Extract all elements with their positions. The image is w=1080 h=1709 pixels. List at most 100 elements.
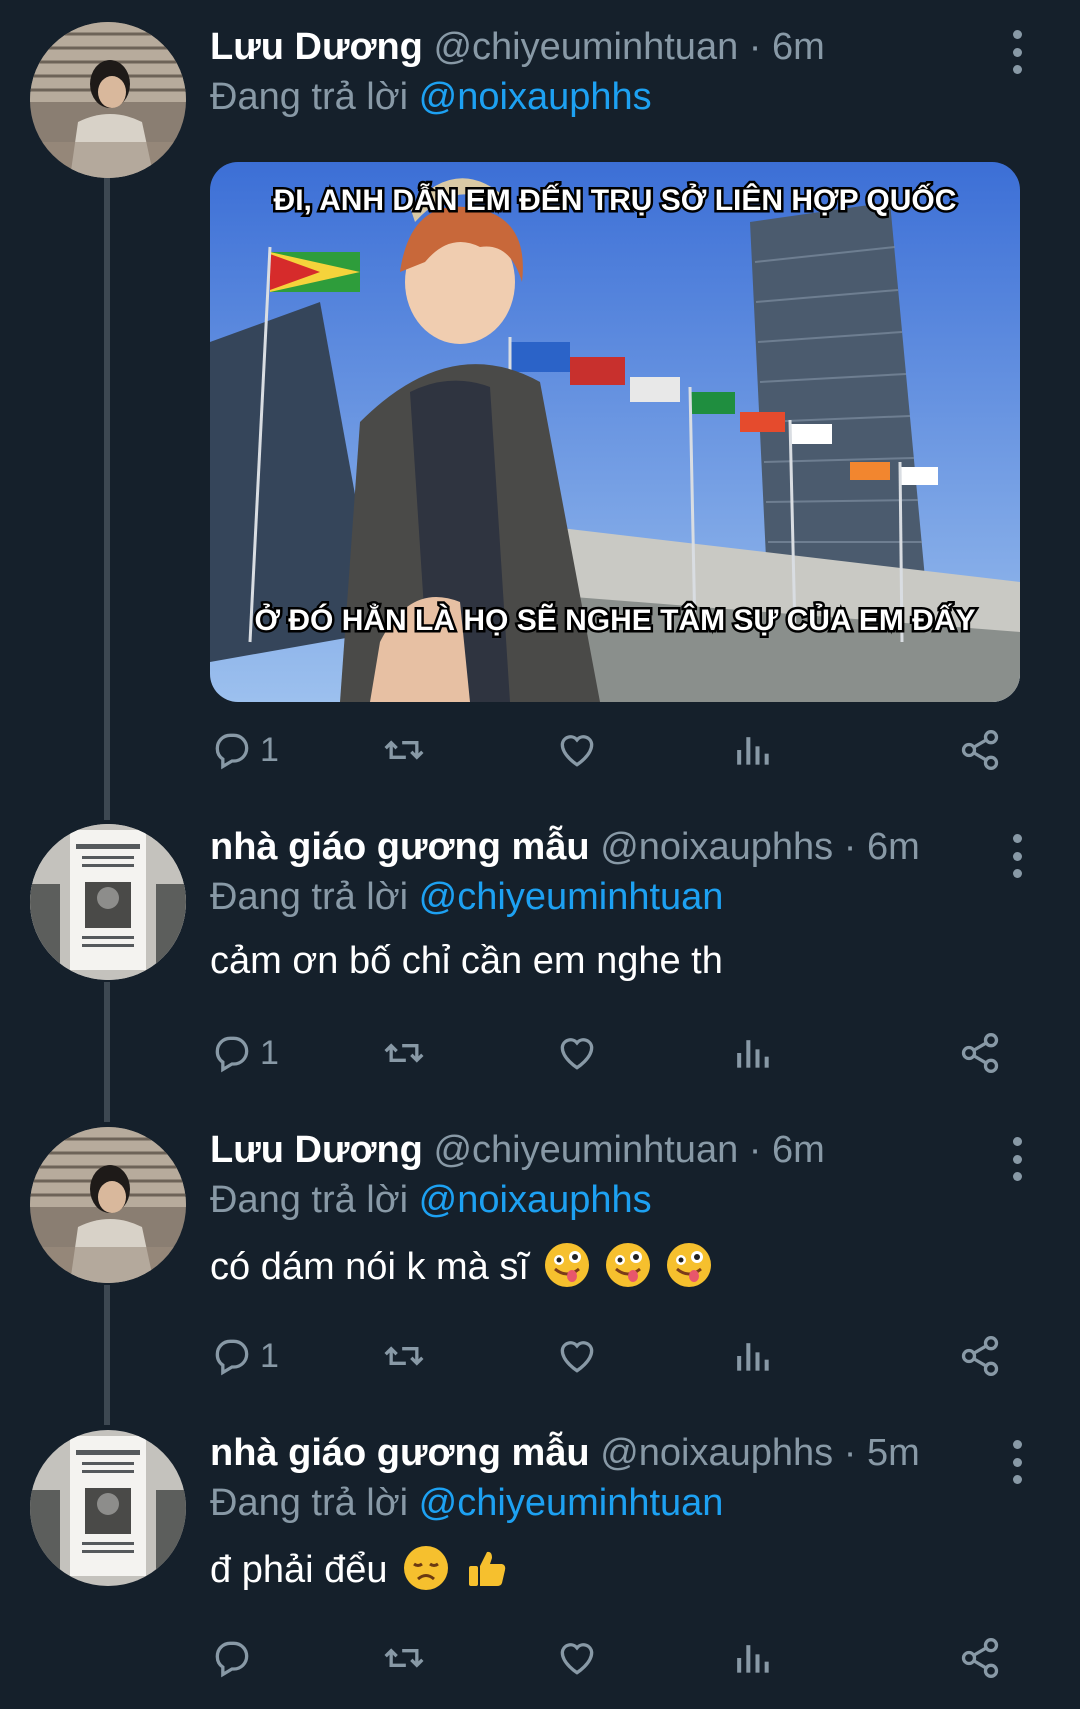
tweet-text: cảm ơn bố chỉ cần em nghe th — [210, 940, 723, 982]
reply-prefix: Đang trả lời — [210, 1482, 409, 1524]
analytics-button[interactable] — [730, 1633, 774, 1683]
reply-context: Đang trả lời @noixauphhs — [210, 76, 652, 119]
reply-count: 1 — [260, 1033, 279, 1072]
user-handle[interactable]: @chiyeuminhtuan — [433, 1129, 738, 1171]
analytics-button[interactable] — [730, 1331, 774, 1381]
reply-mention[interactable]: @chiyeuminhtuan — [419, 876, 724, 918]
tweet-header: nhà giáo gương mẫu @noixauphhs · 6m — [210, 826, 990, 869]
reply-icon — [215, 1339, 249, 1376]
zany-face-emoji — [545, 1243, 590, 1287]
avatar[interactable] — [30, 824, 186, 980]
reply-mention[interactable]: @chiyeuminhtuan — [419, 1482, 724, 1524]
reply-button[interactable]: 1 — [210, 1331, 279, 1381]
separator: · — [748, 26, 762, 68]
share-button[interactable] — [958, 1633, 1002, 1683]
share-icon — [961, 1638, 999, 1678]
more-options-icon[interactable] — [1002, 1137, 1032, 1181]
share-icon — [961, 730, 999, 770]
reply-count: 1 — [260, 1336, 279, 1375]
like-icon — [560, 1643, 594, 1675]
like-button[interactable] — [555, 1028, 599, 1078]
share-button[interactable] — [958, 1028, 1002, 1078]
tweet-body: đ phải đểu — [210, 1546, 509, 1592]
share-icon — [961, 1033, 999, 1073]
avatar[interactable] — [30, 22, 186, 178]
tweet-header: nhà giáo gương mẫu @noixauphhs · 5m — [210, 1432, 990, 1475]
thumbs-up-emoji — [465, 1546, 509, 1590]
reply-button[interactable] — [210, 1633, 260, 1683]
analytics-icon — [737, 1040, 769, 1068]
timestamp[interactable]: 5m — [867, 1432, 920, 1474]
retweet-button[interactable] — [382, 1331, 426, 1381]
reply-prefix: Đang trả lời — [210, 76, 409, 118]
tweet-body: có dám nói k mà sĩ — [210, 1243, 711, 1289]
like-icon — [560, 735, 594, 767]
retweet-button[interactable] — [382, 1028, 426, 1078]
reply-button[interactable]: 1 — [210, 1028, 279, 1078]
separator: · — [748, 1129, 762, 1171]
retweet-button[interactable] — [382, 1633, 426, 1683]
reply-icon — [215, 733, 249, 770]
tweet-header: Lưu Dương @chiyeuminhtuan · 6m — [210, 1129, 990, 1172]
tweet[interactable]: Lưu Dương @chiyeuminhtuan · 6m Đang trả … — [0, 0, 1080, 800]
tweet-header: Lưu Dương @chiyeuminhtuan · 6m — [210, 26, 990, 69]
tweet-actions: 1 — [210, 1331, 1020, 1381]
tweet-actions — [210, 1633, 1020, 1683]
display-name[interactable]: nhà giáo gương mẫu — [210, 1432, 590, 1474]
reply-prefix: Đang trả lời — [210, 1179, 409, 1221]
share-button[interactable] — [958, 1331, 1002, 1381]
avatar[interactable] — [30, 1430, 186, 1586]
like-icon — [560, 1341, 594, 1373]
like-button[interactable] — [555, 725, 599, 775]
user-handle[interactable]: @noixauphhs — [600, 1432, 833, 1474]
display-name[interactable]: Lưu Dương — [210, 1129, 423, 1171]
meme-caption-top: ĐI, ANH DẪN EM ĐẾN TRỤ SỞ LIÊN HỢP QUỐC — [274, 183, 957, 217]
disappointed-face-emoji — [404, 1546, 449, 1590]
separator: · — [843, 826, 857, 868]
more-options-icon[interactable] — [1002, 834, 1032, 878]
like-icon — [560, 1038, 594, 1070]
tweet-actions: 1 — [210, 1028, 1020, 1078]
reply-context: Đang trả lời @chiyeuminhtuan — [210, 876, 723, 919]
avatar[interactable] — [30, 1127, 186, 1283]
tweet[interactable]: Lưu Dương @chiyeuminhtuan · 6m Đang trả … — [0, 1113, 1080, 1403]
analytics-button[interactable] — [730, 1028, 774, 1078]
timestamp[interactable]: 6m — [772, 26, 825, 68]
reply-mention[interactable]: @noixauphhs — [419, 1179, 652, 1221]
meme-caption-bottom: Ở ĐÓ HẲN LÀ HỌ SẼ NGHE TÂM SỰ CỦA EM ĐẤY — [254, 603, 975, 637]
reply-context: Đang trả lời @noixauphhs — [210, 1179, 652, 1222]
reply-count: 1 — [260, 730, 279, 769]
tweet-actions: 1 — [210, 725, 1020, 775]
tweet-image[interactable]: ĐI, ANH DẪN EM ĐẾN TRỤ SỞ LIÊN HỢP QUỐC … — [210, 162, 1020, 702]
display-name[interactable]: nhà giáo gương mẫu — [210, 826, 590, 868]
retweet-icon — [384, 740, 424, 760]
user-handle[interactable]: @noixauphhs — [600, 826, 833, 868]
timestamp[interactable]: 6m — [772, 1129, 825, 1171]
more-options-icon[interactable] — [1002, 30, 1032, 74]
display-name[interactable]: Lưu Dương — [210, 26, 423, 68]
reply-context: Đang trả lời @chiyeuminhtuan — [210, 1482, 723, 1525]
analytics-icon — [737, 737, 769, 765]
reply-prefix: Đang trả lời — [210, 876, 409, 918]
tweet-text: có dám nói k mà sĩ — [210, 1246, 529, 1288]
reply-mention[interactable]: @noixauphhs — [419, 76, 652, 118]
zany-face-emoji — [666, 1243, 711, 1287]
tweet[interactable]: nhà giáo gương mẫu @noixauphhs · 6m Đang… — [0, 810, 1080, 1100]
analytics-button[interactable] — [730, 725, 774, 775]
timestamp[interactable]: 6m — [867, 826, 920, 868]
retweet-button[interactable] — [382, 725, 426, 775]
reply-button[interactable]: 1 — [210, 725, 279, 775]
share-button[interactable] — [958, 725, 1002, 775]
like-button[interactable] — [555, 1633, 599, 1683]
separator: · — [843, 1432, 857, 1474]
analytics-icon — [737, 1343, 769, 1371]
user-handle[interactable]: @chiyeuminhtuan — [433, 26, 738, 68]
tweet-text: đ phải đểu — [210, 1549, 388, 1591]
like-button[interactable] — [555, 1331, 599, 1381]
more-options-icon[interactable] — [1002, 1440, 1032, 1484]
tweet[interactable]: nhà giáo gương mẫu @noixauphhs · 5m Đang… — [0, 1416, 1080, 1709]
share-icon — [961, 1336, 999, 1376]
retweet-icon — [384, 1043, 424, 1063]
retweet-icon — [384, 1648, 424, 1668]
reply-icon — [215, 1641, 249, 1678]
